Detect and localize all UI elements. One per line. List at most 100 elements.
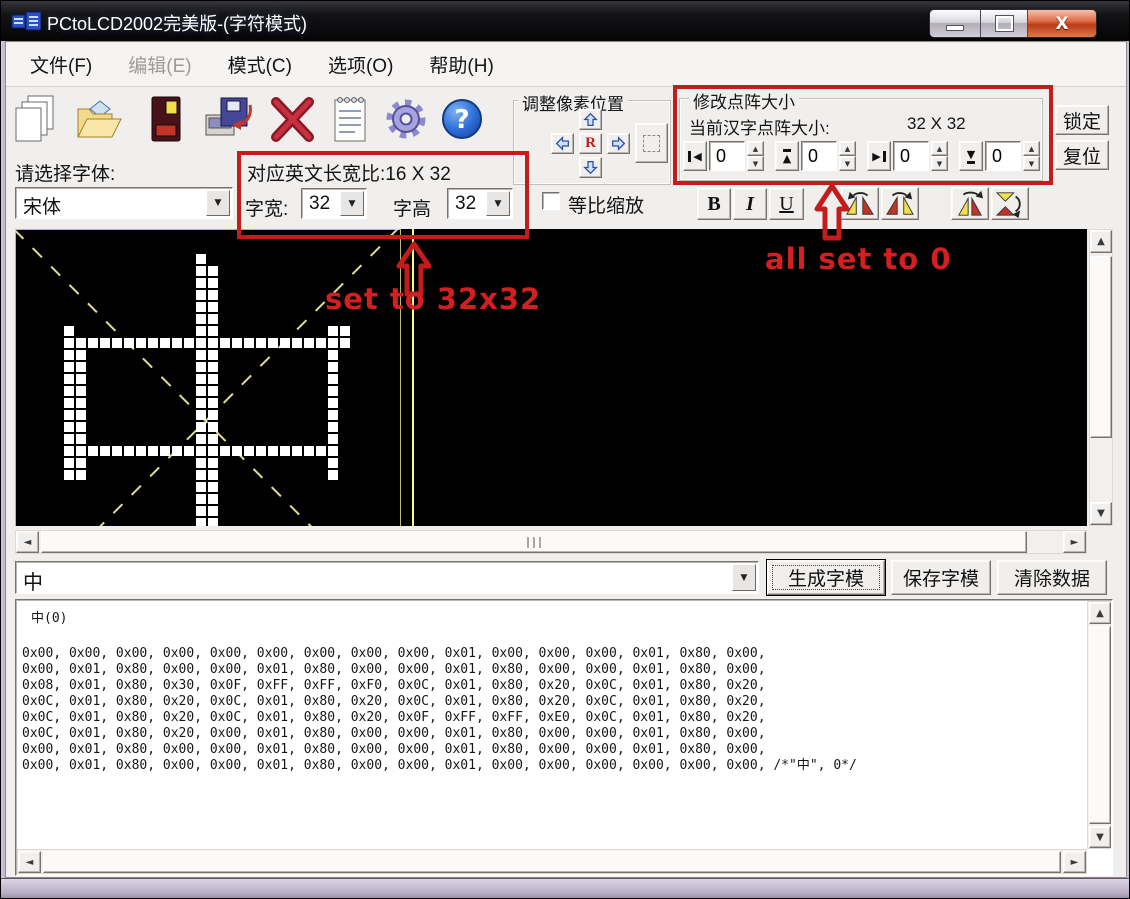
font-combo[interactable]: 宋体 — [15, 187, 233, 219]
save-module-text-button[interactable]: 保存字模 — [891, 560, 991, 595]
svg-text:?: ? — [454, 105, 469, 135]
canvas-vscroll-up[interactable] — [1090, 230, 1112, 253]
clear-data-button[interactable]: 清除数据 — [997, 560, 1107, 595]
output-vscroll-down[interactable] — [1089, 826, 1111, 848]
open-folder-icon — [77, 100, 122, 138]
flip-vertical-icon — [958, 190, 984, 216]
close-button[interactable]: X — [1028, 10, 1096, 37]
grid-boundary — [15, 229, 401, 526]
maximize-button[interactable] — [981, 10, 1028, 37]
move-right-button[interactable] — [607, 133, 630, 154]
canvas-hscrollbar[interactable] — [15, 530, 1087, 554]
annotation-set-size: set to 32x32 — [325, 282, 542, 316]
down-arrow-icon — [583, 161, 598, 175]
flip-horizontal-button[interactable] — [991, 187, 1029, 220]
app-window: PCtoLCD2002完美版-(字符模式) X 文件(F) 编辑(E) 模式(C… — [0, 0, 1130, 899]
output-line: 0x00, 0x00, 0x00, 0x00, 0x00, 0x00, 0x00… — [22, 646, 766, 661]
menu-file[interactable]: 文件(F) — [20, 47, 102, 82]
char-input[interactable]: 中 — [15, 561, 759, 594]
new-file-button[interactable] — [9, 91, 63, 147]
canvas-vscroll-down[interactable] — [1090, 502, 1112, 525]
output-line: 0x0C, 0x01, 0x80, 0x20, 0x00, 0x01, 0x80… — [22, 726, 766, 741]
settings-button[interactable] — [379, 91, 433, 147]
output-vscroll-thumb[interactable] — [1089, 626, 1111, 824]
window-controls: X — [929, 9, 1097, 38]
output-hscroll-thumb[interactable] — [43, 851, 1061, 873]
minimize-button[interactable] — [930, 10, 981, 37]
output-text[interactable]: 中(0) 0x00, 0x00, 0x00, 0x00, 0x00, 0x00,… — [19, 602, 1083, 846]
save-module-button[interactable] — [201, 91, 255, 147]
up-arrow-icon — [583, 112, 598, 126]
generate-button[interactable]: 生成字模 — [766, 559, 886, 596]
maximize-icon — [994, 15, 1014, 32]
gear-icon — [386, 99, 426, 139]
output-vscroll-up[interactable] — [1089, 602, 1111, 624]
minimize-icon — [946, 24, 964, 31]
scroll-grip-icon — [42, 532, 1026, 552]
rotate-right-button[interactable] — [881, 187, 919, 220]
bold-button[interactable]: B — [697, 188, 731, 220]
canvas-vscroll-thumb[interactable] — [1090, 256, 1112, 438]
titlebar: PCtoLCD2002完美版-(字符模式) X — [1, 1, 1129, 41]
output-hscroll-left[interactable] — [18, 851, 41, 873]
lock-button[interactable]: 锁定 — [1055, 105, 1109, 135]
canvas-hscroll-left[interactable] — [16, 531, 39, 553]
move-down-button[interactable] — [579, 157, 602, 178]
font-combo-value: 宋体 — [23, 197, 62, 218]
close-icon: X — [1055, 13, 1069, 34]
output-line: 0x0C, 0x01, 0x80, 0x20, 0x0C, 0x01, 0x80… — [22, 694, 766, 709]
menu-edit: 编辑(E) — [128, 56, 192, 77]
output-line: 0x00, 0x01, 0x80, 0x00, 0x00, 0x01, 0x80… — [22, 662, 766, 677]
save-button[interactable] — [139, 91, 193, 147]
output-line: 0x08, 0x01, 0x80, 0x30, 0x0F, 0xFF, 0xFF… — [22, 678, 766, 693]
canvas-vscrollbar[interactable] — [1089, 229, 1113, 526]
char-input-value: 中 — [23, 572, 43, 594]
scale-checkbox[interactable] — [542, 192, 560, 210]
pixel-position-title: 调整像素位置 — [518, 90, 628, 115]
output-line: 0x00, 0x01, 0x80, 0x00, 0x00, 0x01, 0x80… — [22, 758, 857, 773]
focus-rect — [772, 565, 880, 590]
output-line: 0x00, 0x01, 0x80, 0x00, 0x00, 0x01, 0x80… — [22, 742, 766, 757]
right-arrow-icon — [612, 136, 626, 151]
underline-button[interactable]: U — [769, 188, 804, 220]
flip-horizontal-icon — [995, 191, 1021, 218]
output-hscrollbar[interactable] — [17, 849, 1087, 874]
clear-data-button-label: 清除数据 — [1013, 569, 1090, 590]
char-input-dropdown-icon[interactable] — [732, 564, 756, 591]
annotation-box-matrix-size — [673, 85, 1053, 185]
window-title: PCtoLCD2002完美版-(字符模式) — [47, 14, 308, 34]
report-button[interactable] — [323, 91, 377, 147]
move-up-button[interactable] — [579, 109, 602, 130]
menu-mode[interactable]: 模式(C) — [218, 47, 302, 82]
save-module-button-label: 保存字模 — [902, 569, 979, 590]
canvas-hscroll-right[interactable] — [1063, 531, 1086, 553]
canvas-hscroll-thumb[interactable] — [41, 531, 1027, 553]
report-icon — [334, 97, 366, 142]
annotation-box-char-size — [237, 151, 529, 239]
reset-position-button[interactable]: R — [579, 133, 602, 154]
menu-options[interactable]: 选项(O) — [318, 47, 403, 82]
app-icon — [11, 8, 43, 35]
flip-vertical-button[interactable] — [951, 187, 989, 220]
font-combo-dropdown-icon[interactable] — [206, 190, 230, 216]
save-module-icon — [205, 97, 252, 136]
menu-help[interactable]: 帮助(H) — [419, 47, 503, 82]
help-icon: ? — [442, 99, 482, 139]
output-vscrollbar[interactable] — [1087, 601, 1111, 849]
move-left-button[interactable] — [551, 133, 574, 154]
delete-button[interactable] — [265, 91, 319, 147]
reset-button[interactable]: 复位 — [1055, 140, 1109, 170]
output-hscroll-right[interactable] — [1063, 851, 1086, 873]
font-picker-label: 请选择字体: — [15, 164, 116, 185]
center-glyph-button[interactable] — [635, 123, 668, 163]
open-file-button[interactable] — [73, 91, 127, 147]
italic-button[interactable]: I — [733, 188, 767, 220]
help-button[interactable]: ? — [435, 91, 489, 147]
annotation-arrow-all-zero — [813, 183, 851, 246]
save-icon — [151, 96, 181, 142]
output-line: 0x0C, 0x01, 0x80, 0x20, 0x0C, 0x01, 0x80… — [22, 710, 766, 725]
menubar: 文件(F) 编辑(E) 模式(C) 选项(O) 帮助(H) — [6, 43, 1126, 87]
scale-checkbox-label: 等比缩放 — [568, 196, 645, 217]
new-file-icon — [15, 95, 54, 142]
center-frame-icon — [643, 134, 660, 152]
